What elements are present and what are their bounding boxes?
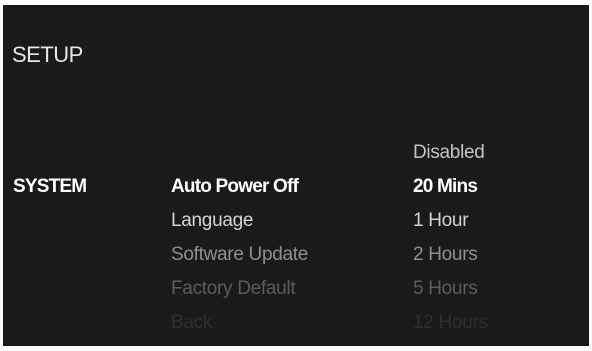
option-20-mins[interactable]: 20 Mins (413, 176, 478, 198)
menu-item-language[interactable]: Language (171, 210, 253, 232)
option-1-hour[interactable]: 1 Hour (413, 210, 469, 232)
menu-item-auto-power-off[interactable]: Auto Power Off (171, 176, 299, 198)
setup-screen: SETUP SYSTEM Auto Power Off Language Sof… (3, 5, 589, 346)
menu-item-factory-default[interactable]: Factory Default (171, 278, 296, 300)
page-title: SETUP (12, 42, 83, 67)
option-5-hours[interactable]: 5 Hours (413, 278, 478, 300)
option-2-hours[interactable]: 2 Hours (413, 244, 478, 266)
menu-item-back[interactable]: Back (171, 312, 212, 334)
option-disabled[interactable]: Disabled (413, 142, 485, 164)
section-label-system: SYSTEM (13, 176, 87, 197)
menu-item-software-update[interactable]: Software Update (171, 244, 308, 266)
option-12-hours[interactable]: 12 Hours (413, 312, 488, 334)
